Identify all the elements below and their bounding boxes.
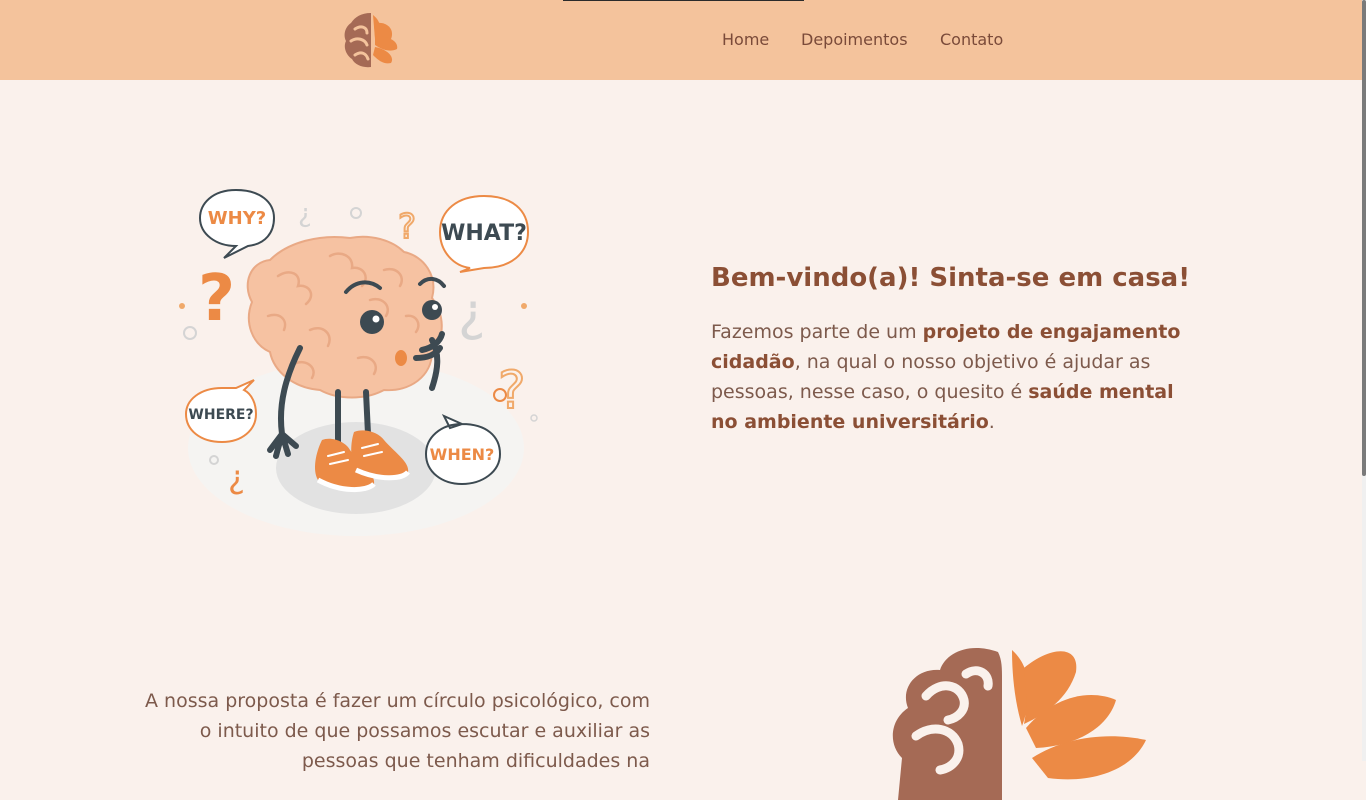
nav-home[interactable]: Home [722,30,769,49]
svg-text:¿: ¿ [458,283,486,343]
svg-text:?: ? [398,207,416,247]
svg-text:?: ? [498,361,526,421]
top-divider [563,0,804,1]
brain-lotus-logo-large [892,648,1146,800]
brain-lotus-logo[interactable] [341,9,401,69]
bubble-where-text: WHERE? [188,407,253,423]
scrollbar[interactable] [1362,0,1366,761]
confused-brain-illustration: ? ? ? ¿ ¿ ¿ WHY? WHAT? WHERE? WHEN? [179,188,538,536]
scrollbar-thumb[interactable] [1362,0,1366,476]
bubble-what-text: WHAT? [441,221,527,246]
nav-depoimentos[interactable]: Depoimentos [801,30,908,49]
svg-text:¿: ¿ [298,199,312,229]
welcome-text: Fazemos parte de um projeto de engajamen… [711,317,1201,437]
svg-text:¿: ¿ [228,458,245,496]
welcome-title: Bem-vindo(a)! Sinta-se em casa! [711,263,1191,293]
bubble-when-text: WHEN? [430,445,495,464]
welcome-text-part-1: Fazemos parte de um [711,321,923,343]
welcome-text-part-3: . [988,411,995,433]
proposal-text: A nossa proposta é fazer um círculo psic… [145,690,650,772]
svg-text:?: ? [198,262,235,336]
nav-contato[interactable]: Contato [940,30,1003,49]
bubble-why-text: WHY? [208,208,266,229]
header [0,0,1362,80]
